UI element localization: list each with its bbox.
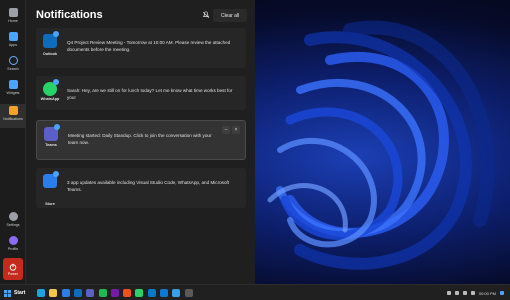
notification-panel: Notifications Clear all Outlook Q4 Proje… (26, 0, 255, 284)
spotify-icon[interactable] (98, 289, 107, 297)
chat-icon[interactable] (500, 291, 504, 295)
profile-icon (8, 236, 18, 245)
minus-icon: – (224, 127, 228, 133)
photos-icon[interactable] (172, 289, 181, 297)
app-name: Teams (45, 143, 57, 147)
power-button[interactable]: Power (3, 258, 23, 280)
do-not-disturb-button[interactable] (200, 10, 212, 20)
vscode-icon[interactable] (147, 289, 156, 297)
file-explorer-icon[interactable] (49, 289, 58, 297)
app-name: Store (45, 202, 55, 206)
notification-badge (53, 31, 59, 37)
widgets-icon (8, 80, 18, 89)
bell-off-icon (202, 11, 210, 19)
sidebar-item-search[interactable]: Search (0, 56, 26, 80)
sidebar-item-widgets[interactable]: Widgets (0, 80, 26, 104)
sidebar-item-apps[interactable]: Apps (0, 32, 26, 56)
notification-card-teams[interactable]: Teams Meeting started: Daily Standup. Cl… (36, 120, 246, 160)
sidebar-item-label: Apps (8, 43, 18, 47)
calculator-icon[interactable] (184, 289, 193, 297)
sidebar-item-settings[interactable]: Settings (0, 212, 26, 236)
app-name: WhatsApp (40, 97, 60, 101)
clear-all-button[interactable]: Clear all (213, 9, 247, 22)
chevron-up-icon[interactable] (446, 291, 451, 295)
clock[interactable]: 00:00 PM (479, 291, 496, 296)
app-name: Outlook (42, 52, 58, 56)
sidebar-item-label: Notifications (3, 117, 23, 121)
whatsapp-icon[interactable] (135, 289, 144, 297)
sidebar-item-label: Profile (7, 247, 19, 251)
system-tray: 00:00 PM (446, 288, 504, 298)
minimize-button[interactable]: – (222, 126, 230, 134)
notification-card-store[interactable]: Store 3 app updates available including … (36, 168, 246, 208)
store-icon[interactable] (61, 289, 70, 297)
notification-card-outlook[interactable]: Outlook Q4 Project Review Meeting - Tomo… (36, 28, 246, 68)
power-icon (9, 263, 17, 271)
figma-icon[interactable] (123, 289, 132, 297)
wifi-icon[interactable] (454, 291, 459, 295)
start-button[interactable]: Start (4, 288, 30, 298)
sidebar-item-label: Search (7, 67, 19, 71)
onenote-icon[interactable] (110, 289, 119, 297)
sidebar-item-label: Widgets (6, 91, 20, 95)
taskbar: Start 00:00 PM (0, 284, 510, 300)
notification-card-whatsapp[interactable]: WhatsApp Sarah: Hey, are we still on for… (36, 76, 246, 110)
notification-badge (54, 124, 60, 130)
notification-badge (53, 171, 59, 177)
teams-icon[interactable] (86, 289, 95, 297)
volume-icon[interactable] (462, 291, 467, 295)
search-icon (8, 56, 18, 65)
windows-logo-icon (4, 289, 11, 297)
notification-badge (53, 79, 59, 85)
apps-icon (8, 32, 18, 41)
sidebar-item-notifications[interactable]: Notifications (0, 104, 26, 128)
notification-message: Sarah: Hey, are we still on for lunch to… (67, 88, 233, 100)
edge-icon[interactable] (37, 289, 45, 297)
close-button[interactable]: × (232, 126, 240, 134)
notification-message: 3 app updates available including Visual… (67, 180, 230, 192)
outlook-icon[interactable] (73, 289, 82, 297)
notification-message: Meeting started: Daily Standup. Click to… (68, 133, 212, 145)
left-sidebar: Home Apps Search Widgets Notifications S… (0, 0, 26, 284)
battery-icon[interactable] (470, 291, 475, 295)
gear-icon (8, 212, 18, 221)
sidebar-item-label: Settings (6, 223, 20, 227)
home-icon (8, 8, 18, 17)
sidebar-item-home[interactable]: Home (0, 8, 26, 32)
panel-title: Notifications (36, 9, 103, 21)
bell-icon (8, 106, 18, 115)
close-icon: × (234, 127, 238, 133)
sidebar-item-label: Home (8, 19, 18, 23)
power-label: Power (7, 271, 19, 276)
start-label: Start (14, 290, 26, 296)
sidebar-item-profile[interactable]: Profile (0, 236, 26, 260)
notification-message: Q4 Project Review Meeting - Tomorrow at … (67, 40, 231, 52)
onedrive-icon[interactable] (160, 289, 168, 297)
